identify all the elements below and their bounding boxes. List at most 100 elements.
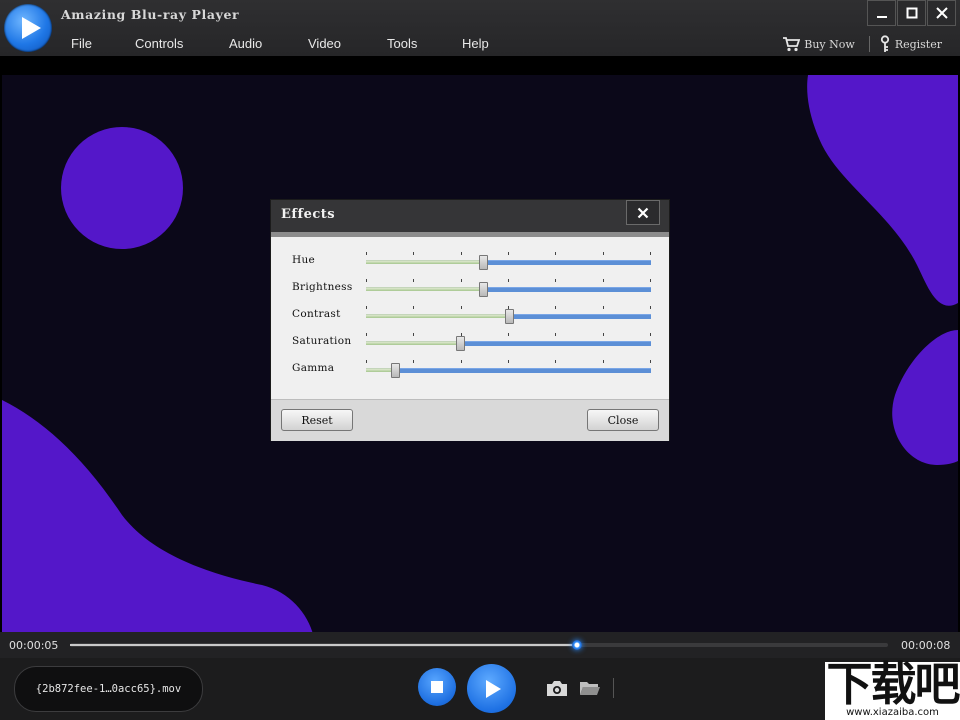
seek-bar-fill — [70, 644, 578, 646]
slider-ticks — [366, 279, 651, 282]
purple-circle-shape — [61, 127, 183, 249]
folder-icon[interactable] — [579, 679, 601, 696]
menu-controls[interactable]: Controls — [135, 36, 183, 51]
register-link[interactable]: Register — [879, 35, 942, 53]
control-bar: {2b872fee-1…0acc65}.mov — [0, 658, 960, 720]
slider-tick — [366, 279, 367, 282]
purple-bottom-left-shape — [2, 400, 316, 667]
seek-bar[interactable] — [70, 640, 888, 650]
slider-tick — [603, 360, 604, 363]
menu-tools[interactable]: Tools — [387, 36, 417, 51]
close-icon — [935, 7, 948, 19]
slider-track — [394, 368, 651, 373]
slider-tick — [650, 360, 651, 363]
progress-area: 00:00:05 00:00:08 — [0, 632, 960, 658]
slider-tick — [650, 279, 651, 282]
slider-tick — [413, 279, 414, 282]
slider-tick — [555, 360, 556, 363]
buy-now-label: Buy Now — [804, 37, 855, 51]
slider-tick — [366, 360, 367, 363]
minimize-icon — [876, 16, 887, 18]
slider-tick — [508, 279, 509, 282]
maximize-button[interactable] — [897, 0, 926, 26]
slider-tick — [555, 306, 556, 309]
effects-dialog-body: Hue Brightness Contrast Saturation Gamma — [271, 237, 669, 399]
close-dialog-button[interactable]: Close — [587, 409, 659, 431]
minimize-button[interactable] — [867, 0, 896, 26]
slider-tick — [461, 306, 462, 309]
slider-tick — [413, 333, 414, 336]
title-bar: Amazing Blu-ray Player File Controls Aud… — [0, 0, 960, 56]
slider-tick — [555, 333, 556, 336]
file-name-display: {2b872fee-1…0acc65}.mov — [14, 666, 203, 712]
stop-icon — [431, 681, 443, 693]
play-logo-icon — [4, 4, 52, 52]
slider-tick — [461, 279, 462, 282]
window-controls — [866, 0, 956, 26]
watermark-url: www.xiazaiba.com — [846, 707, 939, 718]
slider-tick — [650, 252, 651, 255]
close-window-button[interactable] — [927, 0, 956, 26]
slider-tick — [366, 333, 367, 336]
close-icon — [637, 207, 649, 218]
header-divider — [868, 36, 870, 52]
gamma-slider[interactable] — [366, 360, 651, 378]
slider-tick — [508, 333, 509, 336]
slider-tick — [603, 252, 604, 255]
slider-tick — [461, 360, 462, 363]
cart-icon — [783, 37, 801, 52]
reset-button[interactable]: Reset — [281, 409, 353, 431]
slider-tick — [650, 333, 651, 336]
slider-tick — [603, 306, 604, 309]
slider-thumb[interactable] — [390, 363, 400, 378]
gamma-label: Gamma — [292, 362, 335, 374]
slider-ticks — [366, 333, 651, 336]
app-title: Amazing Blu-ray Player — [61, 7, 240, 22]
slider-tick — [555, 252, 556, 255]
duration-time: 00:00:08 — [901, 639, 951, 652]
purple-mid-right-shape — [892, 330, 958, 465]
menu-file[interactable]: File — [71, 36, 92, 51]
effects-dialog-title: Effects — [281, 207, 336, 222]
effects-close-x-button[interactable] — [626, 200, 660, 225]
play-button[interactable] — [467, 664, 516, 713]
buy-now-link[interactable]: Buy Now — [782, 36, 855, 52]
effects-dialog-footer: Reset Close — [271, 399, 669, 441]
register-label: Register — [894, 37, 942, 51]
slider-tick — [366, 306, 367, 309]
slider-tick — [413, 306, 414, 309]
watermark: 下载吧 www.xiazaiba.com — [825, 657, 960, 720]
gamma-row: Gamma — [271, 345, 669, 378]
slider-tick — [413, 360, 414, 363]
brightness-row: Brightness — [271, 264, 669, 297]
slider-tick — [555, 279, 556, 282]
slider-tick — [603, 279, 604, 282]
menu-video[interactable]: Video — [308, 36, 341, 51]
control-divider — [613, 678, 614, 698]
slider-tick — [461, 252, 462, 255]
key-icon — [880, 35, 889, 52]
maximize-icon — [906, 7, 917, 19]
effects-dialog: Effects Hue Brightness Contrast Saturati… — [271, 200, 669, 441]
menu-help[interactable]: Help — [462, 36, 489, 51]
elapsed-time: 00:00:05 — [9, 639, 59, 652]
slider-tick — [603, 333, 604, 336]
slider-tick — [508, 360, 509, 363]
play-icon — [485, 679, 501, 698]
slider-tick — [366, 252, 367, 255]
effects-dialog-header: Effects — [271, 200, 669, 232]
slider-tick — [413, 252, 414, 255]
purple-top-right-shape — [807, 75, 958, 306]
header-links: Buy Now Register — [782, 34, 942, 54]
slider-ticks — [366, 360, 651, 363]
stop-button[interactable] — [418, 668, 456, 706]
menu-audio[interactable]: Audio — [229, 36, 262, 51]
contrast-row: Contrast — [271, 291, 669, 324]
slider-tick — [650, 306, 651, 309]
slider-ticks — [366, 252, 651, 255]
hue-row: Hue — [271, 237, 669, 270]
slider-tick — [508, 252, 509, 255]
camera-icon[interactable] — [545, 679, 569, 697]
watermark-text: 下载吧 — [826, 657, 960, 711]
seek-knob[interactable] — [572, 640, 583, 650]
